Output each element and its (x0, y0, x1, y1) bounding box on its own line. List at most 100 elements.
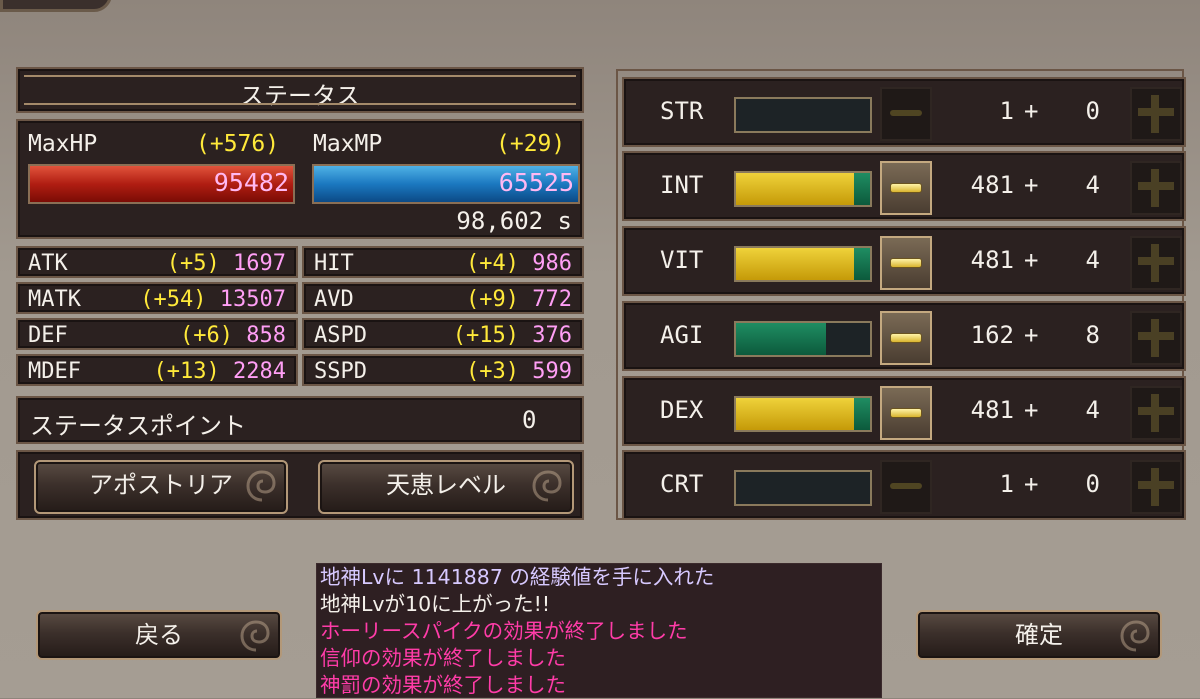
attribute-row-str: STR 1 +0 (622, 77, 1186, 147)
plus-icon (1132, 89, 1180, 139)
apostoria-button[interactable]: アポストリア (34, 460, 288, 514)
stat-value-group: (+9) 772 (466, 287, 572, 312)
stat-value-group: (+4) 986 (466, 251, 572, 276)
attribute-base-value: 481 (970, 246, 1014, 274)
stat-label: SSPD (314, 359, 367, 384)
stat-value: 376 (532, 323, 572, 348)
back-button[interactable]: 戻る (36, 610, 282, 660)
maxmp-bonus: (+29) (496, 131, 566, 157)
attribute-base-value: 1 (999, 97, 1014, 125)
log-line: 地神Lvが10に上がった!! (320, 592, 551, 616)
attribute-gauge-fill (736, 323, 826, 355)
stat-aspd: ASPD (+15) 376 (302, 318, 584, 350)
apostoria-label: アポストリア (89, 471, 233, 499)
maxmp-label: MaxMP (313, 131, 383, 157)
hp-value: 95482 (213, 168, 289, 197)
log-line: ホーリースパイクの効果が終了しました (320, 619, 688, 643)
increase-int-button[interactable] (1130, 161, 1182, 215)
stat-bonus: (+9) (466, 287, 519, 312)
decrease-crt-button[interactable] (880, 460, 932, 514)
maxhp-label: MaxHP (28, 131, 98, 157)
attribute-bonus-value: 0 (1085, 470, 1100, 498)
attribute-gauge-tip (854, 173, 870, 205)
attribute-name: AGI (660, 321, 704, 349)
action-button-row: アポストリア 天恵レベル (16, 450, 584, 520)
decrease-int-button[interactable] (880, 161, 932, 215)
attribute-base-value: 1 (999, 470, 1014, 498)
attribute-gauge-tip (854, 398, 870, 430)
attribute-bonus-value: 8 (1085, 321, 1100, 349)
status-title: ステータス (240, 82, 360, 110)
stat-mdef: MDEF (+13) 2284 (16, 354, 298, 386)
attribute-gauge (734, 171, 872, 207)
decrease-agi-button[interactable] (880, 311, 932, 365)
attribute-bonus-value: 0 (1085, 97, 1100, 125)
stat-matk: MATK (+54) 13507 (16, 282, 298, 314)
hp-bar: 95482 (28, 164, 295, 204)
plus-sign: + (1024, 396, 1039, 424)
status-points-label: ステータスポイント (30, 412, 246, 440)
plus-icon (1132, 462, 1180, 512)
stat-def: DEF (+6) 858 (16, 318, 298, 350)
minus-icon (890, 333, 922, 343)
stat-label: MDEF (28, 359, 81, 384)
stat-value: 2284 (233, 359, 286, 384)
blessing-level-button[interactable]: 天恵レベル (318, 460, 574, 514)
stat-avd: AVD (+9) 772 (302, 282, 584, 314)
minus-icon (890, 258, 922, 268)
increase-agi-button[interactable] (1130, 311, 1182, 365)
swirl-ornament-icon (1120, 620, 1150, 652)
stat-value-group: (+13) 2284 (154, 359, 286, 384)
stat-bonus: (+13) (153, 359, 220, 384)
plus-icon (1132, 238, 1180, 288)
increase-dex-button[interactable] (1130, 386, 1182, 440)
mp-value: 65525 (498, 168, 574, 197)
attribute-name: INT (660, 171, 704, 199)
attribute-gauge-fill (736, 173, 870, 205)
decrease-dex-button[interactable] (880, 386, 932, 440)
stat-label: ATK (28, 251, 68, 276)
maxhp-bonus: (+576) (196, 131, 280, 157)
attribute-row-crt: CRT 1 +0 (622, 450, 1186, 520)
attribute-name: DEX (660, 396, 704, 424)
status-points-panel: ステータスポイント 0 (16, 396, 584, 444)
swirl-ornament-icon (532, 470, 562, 502)
minus-icon (890, 408, 922, 418)
increase-crt-button[interactable] (1130, 460, 1182, 514)
minus-icon (890, 483, 922, 489)
attribute-gauge (734, 470, 872, 506)
stat-hit: HIT (+4) 986 (302, 246, 584, 278)
stat-value-group: (+15) 376 (453, 323, 572, 348)
top-tab-corner[interactable] (0, 0, 112, 12)
minus-icon (890, 183, 922, 193)
stat-value: 13507 (219, 287, 286, 312)
plus-sign: + (1024, 470, 1039, 498)
stat-bonus: (+15) (452, 323, 519, 348)
log-line: 信仰の効果が終了しました (320, 646, 566, 670)
attribute-name: VIT (660, 246, 704, 274)
mp-bar: 65525 (312, 164, 580, 204)
attribute-bonus-value: 4 (1085, 246, 1100, 274)
attribute-row-vit: VIT 481 +4 (622, 226, 1186, 296)
log-line: 地神Lvに 1141887 の経験値を手に入れた (320, 565, 715, 589)
swirl-ornament-icon (240, 620, 270, 652)
stat-value: 986 (532, 251, 572, 276)
stat-label: HIT (314, 251, 354, 276)
attribute-name: CRT (660, 470, 704, 498)
attribute-base-value: 162 (970, 321, 1014, 349)
increase-str-button[interactable] (1130, 87, 1182, 141)
increase-vit-button[interactable] (1130, 236, 1182, 290)
log-line: 神罰の効果が終了しました (320, 673, 566, 697)
decrease-vit-button[interactable] (880, 236, 932, 290)
stat-label: AVD (314, 287, 354, 312)
stat-sspd: SSPD (+3) 599 (302, 354, 584, 386)
stat-label: ASPD (314, 323, 367, 348)
attribute-gauge-tip (854, 248, 870, 280)
message-log[interactable]: 地神Lvに 1141887 の経験値を手に入れた 地神Lvが10に上がった!! … (316, 563, 882, 698)
status-points-value: 0 (522, 406, 537, 434)
decrease-str-button[interactable] (880, 87, 932, 141)
plus-sign: + (1024, 97, 1039, 125)
stat-value-group: (+5) 1697 (167, 251, 286, 276)
attribute-base-value: 481 (970, 396, 1014, 424)
confirm-button[interactable]: 確定 (916, 610, 1162, 660)
